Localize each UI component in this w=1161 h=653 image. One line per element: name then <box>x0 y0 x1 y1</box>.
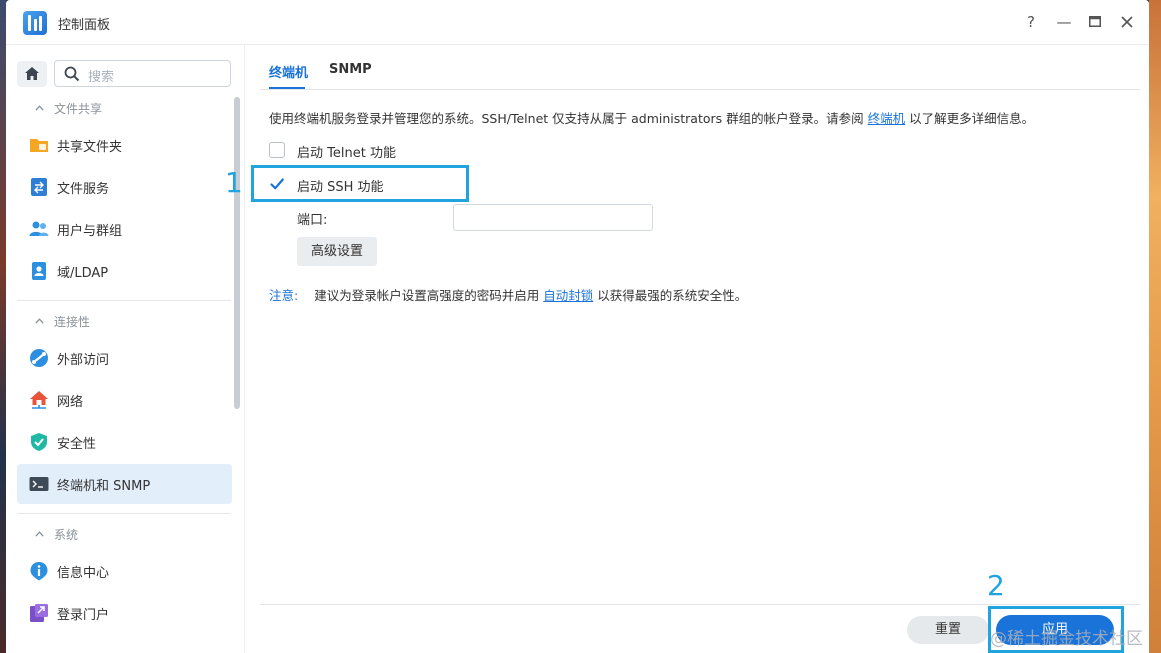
close-icon[interactable] <box>1116 11 1138 33</box>
sidebar-item-label: 登录门户 <box>57 608 110 623</box>
telnet-label[interactable]: 启动 Telnet 功能 <box>297 142 396 161</box>
note-label: 注意: <box>269 288 299 303</box>
tab-snmp[interactable]: SNMP <box>329 62 372 77</box>
advanced-settings-button[interactable]: 高级设置 <box>297 237 377 266</box>
domain-ldap-icon <box>32 262 46 280</box>
section-connectivity[interactable]: 连接性 <box>35 313 90 330</box>
section-file-sharing[interactable]: 文件共享 <box>35 100 102 117</box>
sidebar-item-info-center[interactable]: 信息中心 <box>17 551 232 591</box>
control-panel-app-icon <box>23 11 47 35</box>
shield-icon <box>31 433 47 451</box>
sidebar-item-shared-folder[interactable]: 共享文件夹 <box>17 125 232 165</box>
port-label: 端口: <box>297 213 328 228</box>
sidebar-item-domain-ldap[interactable]: 域/LDAP <box>17 251 232 291</box>
description-text-tail: 以了解更多详细信息。 <box>909 111 1035 126</box>
window-title: 控制面板 <box>58 18 111 33</box>
home-icon <box>25 67 39 80</box>
sidebar-item-label: 文件服务 <box>57 182 110 197</box>
chevron-up-icon <box>35 318 44 324</box>
note-text: 建议为登录帐户设置高强度的密码并启用 <box>314 288 540 303</box>
external-access-icon <box>30 349 48 367</box>
chevron-up-icon <box>35 531 44 537</box>
annotation-step-1: 1 <box>225 166 243 199</box>
sidebar-item-security[interactable]: 安全性 <box>17 422 232 462</box>
sidebar-item-label: 安全性 <box>57 437 97 452</box>
telnet-checkbox[interactable] <box>269 142 285 158</box>
annotation-step-2: 2 <box>987 569 1005 602</box>
network-icon <box>30 391 48 409</box>
sidebar-item-label: 共享文件夹 <box>57 140 123 155</box>
reset-button[interactable]: 重置 <box>907 616 989 644</box>
main-panel: 终端机 SNMP 使用终端机服务登录并管理您的系统。SSH/Telnet 仅支持… <box>225 45 1149 653</box>
sidebar: 搜索 文件共享 共享文件夹 文件服务 用户与群组 域/LDAP 连接性 外部访问… <box>6 45 245 653</box>
annotation-highlight-ssh <box>251 165 469 202</box>
section-divider <box>17 300 231 301</box>
sidebar-item-label: 信息中心 <box>57 566 110 581</box>
sidebar-item-label: 终端机和 SNMP <box>57 479 151 494</box>
sidebar-scrollbar[interactable] <box>234 97 240 409</box>
section-title: 系统 <box>54 528 79 542</box>
tab-terminal[interactable]: 终端机 <box>269 62 308 81</box>
sidebar-item-label: 域/LDAP <box>57 266 109 281</box>
sidebar-item-login-portal[interactable]: 登录门户 <box>17 593 232 633</box>
search-placeholder: 搜索 <box>88 70 115 85</box>
info-icon <box>30 562 48 581</box>
desktop-background-right <box>1149 0 1161 653</box>
sidebar-item-label: 外部访问 <box>57 353 110 368</box>
terminal-icon <box>29 477 49 491</box>
control-panel-window: 控制面板 ? — 搜索 文件共享 共享文件夹 文件服务 用户与群组 域/LDAP… <box>6 0 1149 653</box>
section-system[interactable]: 系统 <box>35 526 78 543</box>
search-icon <box>64 66 80 82</box>
chevron-up-icon <box>35 105 44 111</box>
watermark-text: @稀土掘金技术社区 <box>990 629 1143 649</box>
note-text-tail: 以获得最强的系统安全性。 <box>597 288 748 303</box>
home-button[interactable] <box>17 61 47 87</box>
file-services-icon <box>31 178 47 196</box>
sidebar-item-label: 用户与群组 <box>57 224 123 239</box>
sidebar-item-users-groups[interactable]: 用户与群组 <box>17 209 232 249</box>
help-icon[interactable]: ? <box>1020 11 1042 33</box>
sidebar-item-file-services[interactable]: 文件服务 <box>17 167 232 207</box>
description-text: 使用终端机服务登录并管理您的系统。SSH/Telnet 仅支持从属于 admin… <box>269 111 864 126</box>
section-title: 文件共享 <box>54 102 103 116</box>
sidebar-item-network[interactable]: 网络 <box>17 380 232 420</box>
users-icon <box>29 221 49 236</box>
auto-block-link[interactable]: 自动封锁 <box>543 288 593 303</box>
terminal-help-link[interactable]: 终端机 <box>868 111 906 126</box>
login-portal-icon <box>30 604 48 622</box>
maximize-icon[interactable] <box>1084 11 1106 33</box>
section-divider <box>17 513 231 514</box>
section-title: 连接性 <box>54 315 91 329</box>
tab-divider <box>260 89 1140 90</box>
sidebar-item-label: 网络 <box>57 395 84 410</box>
search-input[interactable]: 搜索 <box>54 60 231 87</box>
folder-icon <box>30 139 48 152</box>
sidebar-item-terminal-snmp[interactable]: 终端机和 SNMP <box>17 464 232 504</box>
security-note: 注意: 建议为登录帐户设置高强度的密码并启用 自动封锁 以获得最强的系统安全性。 <box>269 285 747 304</box>
terminal-description: 使用终端机服务登录并管理您的系统。SSH/Telnet 仅支持从属于 admin… <box>269 108 1034 127</box>
footer-divider <box>260 604 1140 605</box>
title-bar: 控制面板 ? — <box>6 0 1149 45</box>
minimize-icon[interactable]: — <box>1053 11 1075 33</box>
sidebar-item-external-access[interactable]: 外部访问 <box>17 338 232 378</box>
port-input[interactable] <box>453 204 653 231</box>
